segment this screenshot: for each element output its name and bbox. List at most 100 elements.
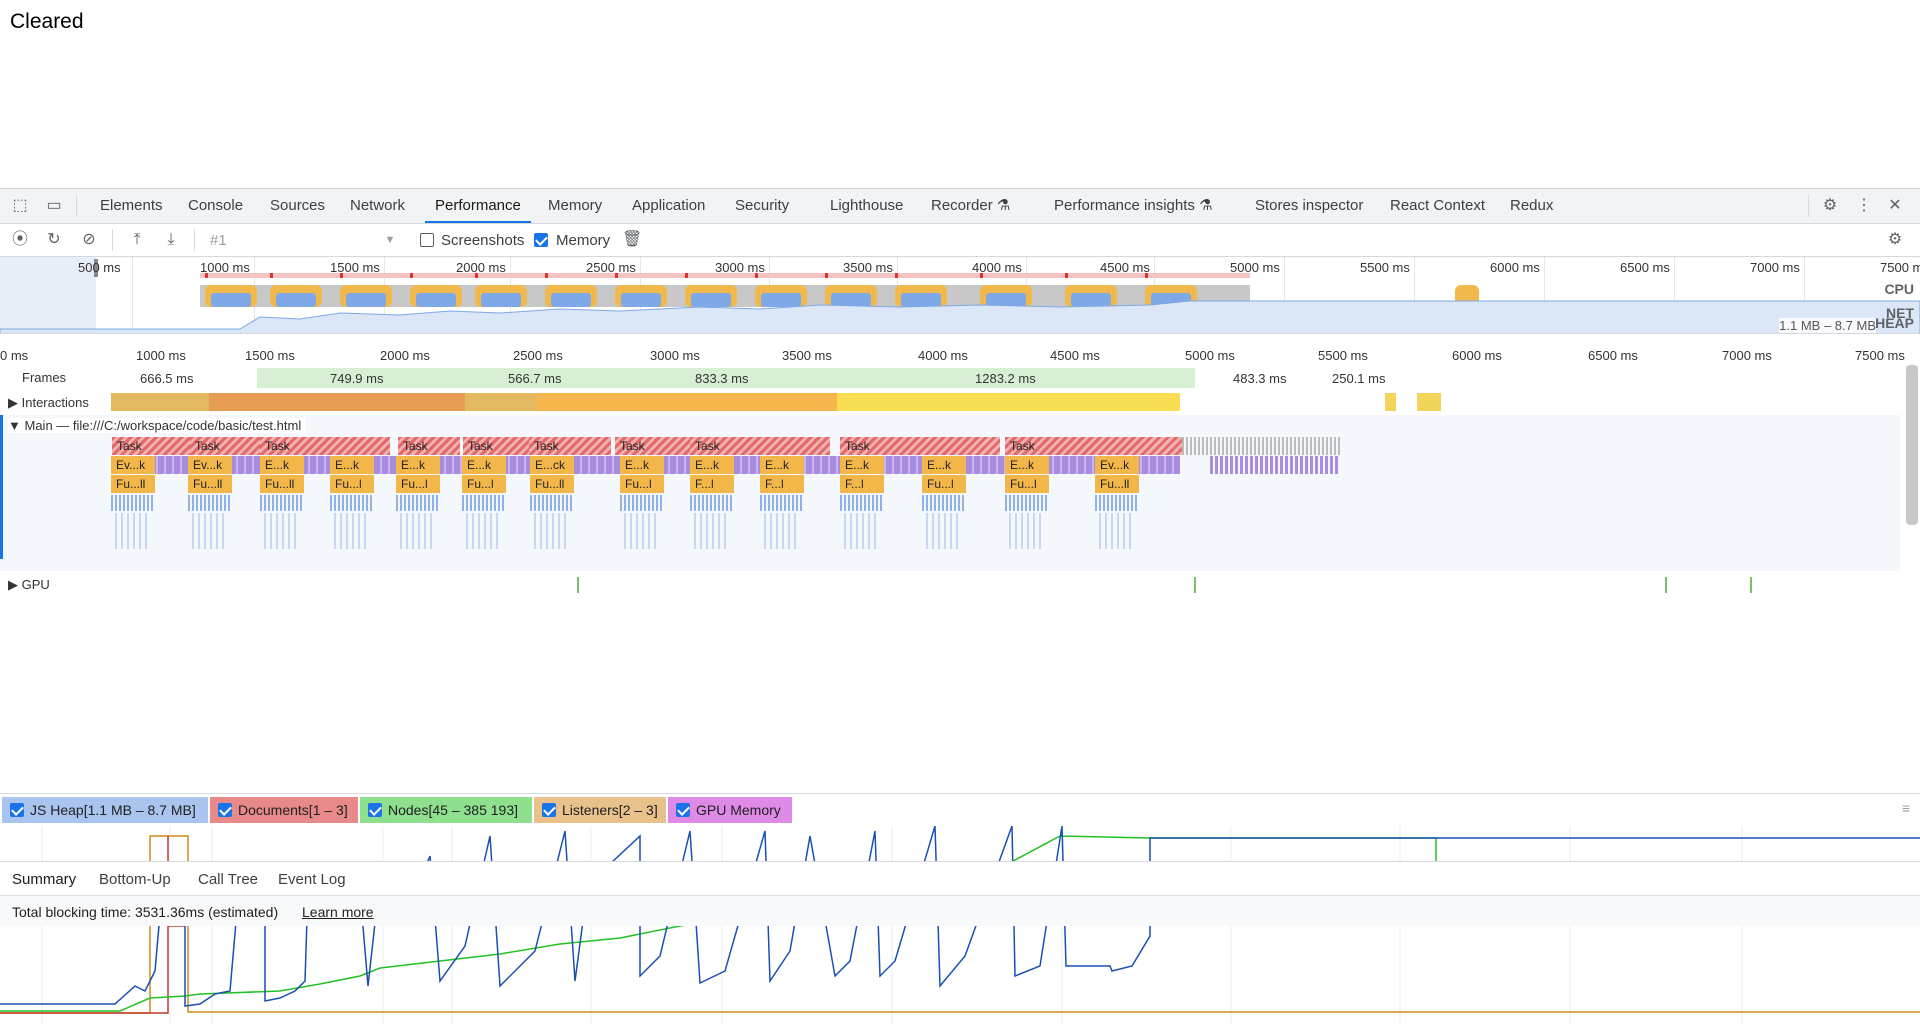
clear-icon[interactable]: ⊘: [79, 230, 99, 250]
function-call-block[interactable]: F...l: [760, 475, 804, 493]
task-block[interactable]: Task: [463, 437, 529, 455]
interaction-bar[interactable]: [465, 393, 537, 411]
counter-documents[interactable]: Documents[1 – 3]: [210, 797, 358, 823]
task-block[interactable]: Task: [398, 437, 460, 455]
tab-application[interactable]: Application: [632, 189, 705, 223]
counter-listeners[interactable]: Listeners[2 – 3]: [534, 797, 666, 823]
function-call-block[interactable]: Fu...l: [396, 475, 440, 493]
event-block[interactable]: E...k: [1005, 456, 1049, 474]
task-block[interactable]: Task: [260, 437, 390, 455]
tab-bottom-up[interactable]: Bottom-Up: [99, 871, 171, 888]
function-call-block[interactable]: F...l: [690, 475, 734, 493]
frames-track[interactable]: Frames 666.5 ms 749.9 ms 566.7 ms 833.3 …: [0, 367, 1900, 389]
tab-memory[interactable]: Memory: [548, 189, 602, 223]
device-toolbar-icon[interactable]: ▭: [44, 196, 64, 216]
tab-react-context[interactable]: React Context: [1390, 189, 1485, 223]
main-thread-track[interactable]: ▼ Main — file:///C:/workspace/code/basic…: [0, 415, 1900, 571]
counter-nodes[interactable]: Nodes[45 – 385 193]: [360, 797, 532, 823]
event-block[interactable]: E...k: [260, 456, 304, 474]
tab-sources[interactable]: Sources: [270, 189, 325, 223]
event-block[interactable]: E...k: [620, 456, 664, 474]
interaction-bar[interactable]: [209, 393, 465, 411]
reload-record-icon[interactable]: ↻: [44, 230, 64, 250]
documents-checkbox[interactable]: [218, 803, 232, 817]
js-heap-checkbox[interactable]: [10, 803, 24, 817]
event-block[interactable]: E...k: [462, 456, 506, 474]
function-call-block[interactable]: F...l: [840, 475, 884, 493]
gpu-track[interactable]: ▶ GPU: [0, 573, 1900, 595]
function-call-block[interactable]: Fu...l: [462, 475, 506, 493]
task-block[interactable]: Task: [190, 437, 260, 455]
event-block[interactable]: E...ck: [530, 456, 574, 474]
event-block[interactable]: E...k: [760, 456, 804, 474]
tab-performance-insights[interactable]: Performance insights ⚗: [1054, 189, 1213, 223]
record-icon[interactable]: ⦿: [10, 230, 30, 250]
event-block[interactable]: E...k: [330, 456, 374, 474]
interactions-track[interactable]: ▶ Interactions: [0, 391, 1900, 413]
interaction-bar[interactable]: [111, 393, 209, 411]
tab-network[interactable]: Network: [350, 189, 405, 223]
function-call-block[interactable]: Fu...ll: [188, 475, 232, 493]
event-block[interactable]: Ev...k: [188, 456, 232, 474]
listeners-checkbox[interactable]: [542, 803, 556, 817]
tab-event-log[interactable]: Event Log: [278, 871, 346, 888]
event-block[interactable]: E...k: [396, 456, 440, 474]
counter-gpu-memory[interactable]: GPU Memory: [668, 797, 792, 823]
event-block[interactable]: E...k: [922, 456, 966, 474]
recording-dropdown-icon[interactable]: ▼: [380, 230, 400, 250]
function-call-block[interactable]: Fu...ll: [1095, 475, 1139, 493]
tab-summary[interactable]: Summary: [12, 871, 76, 888]
event-block[interactable]: E...k: [840, 456, 884, 474]
task-block[interactable]: Task: [112, 437, 192, 455]
function-call-block[interactable]: Fu...l: [1005, 475, 1049, 493]
gpu-label[interactable]: ▶ GPU: [8, 577, 50, 593]
timeline-scrollbar[interactable]: [1906, 365, 1918, 525]
tab-console[interactable]: Console: [188, 189, 243, 223]
event-block[interactable]: Ev...k: [1095, 456, 1139, 474]
function-call-block[interactable]: Fu...ll: [260, 475, 304, 493]
capture-settings-gear-icon[interactable]: ⚙: [1885, 230, 1905, 250]
function-call-block[interactable]: Fu...ll: [530, 475, 574, 493]
memory-checkbox[interactable]: [534, 233, 548, 247]
screenshots-checkbox[interactable]: [420, 233, 434, 247]
drag-handle-icon[interactable]: ≡: [1902, 800, 1910, 816]
task-block[interactable]: Task: [529, 437, 611, 455]
interaction-bar[interactable]: [537, 393, 837, 411]
function-call-block[interactable]: Fu...l: [620, 475, 664, 493]
recording-select[interactable]: #1: [210, 232, 227, 249]
tab-redux[interactable]: Redux: [1510, 189, 1553, 223]
tab-stores-inspector[interactable]: Stores inspector: [1255, 189, 1363, 223]
counter-js-heap[interactable]: JS Heap[1.1 MB – 8.7 MB]: [2, 797, 208, 823]
event-block[interactable]: E...k: [690, 456, 734, 474]
settings-gear-icon[interactable]: ⚙: [1820, 196, 1840, 216]
close-icon[interactable]: ✕: [1885, 196, 1905, 216]
inspect-element-icon[interactable]: ⬚: [10, 196, 30, 216]
interaction-bar[interactable]: [1385, 393, 1396, 411]
function-call-block[interactable]: Fu...ll: [111, 475, 155, 493]
trash-icon[interactable]: 🗑: [622, 230, 642, 250]
nodes-checkbox[interactable]: [368, 803, 382, 817]
tab-elements[interactable]: Elements: [100, 189, 163, 223]
function-call-block[interactable]: Fu...l: [922, 475, 966, 493]
task-block[interactable]: Task: [690, 437, 830, 455]
tab-recorder[interactable]: Recorder ⚗: [931, 189, 1010, 223]
task-block[interactable]: Task: [1005, 437, 1183, 455]
tab-lighthouse[interactable]: Lighthouse: [830, 189, 903, 223]
memory-counters-legend: JS Heap[1.1 MB – 8.7 MB] Documents[1 – 3…: [0, 793, 1920, 826]
function-call-block[interactable]: Fu...l: [330, 475, 374, 493]
tab-performance[interactable]: Performance: [425, 189, 531, 223]
task-block[interactable]: Task: [615, 437, 695, 455]
tab-call-tree[interactable]: Call Tree: [198, 871, 258, 888]
interactions-label[interactable]: ▶ Interactions: [8, 395, 89, 411]
gpu-memory-checkbox[interactable]: [676, 803, 690, 817]
download-profile-icon[interactable]: ⤓: [161, 230, 181, 250]
tab-security[interactable]: Security: [735, 189, 789, 223]
upload-profile-icon[interactable]: ⤒: [127, 230, 147, 250]
more-options-icon[interactable]: ⋮: [1854, 196, 1874, 216]
task-block[interactable]: Task: [840, 437, 1000, 455]
interaction-bar[interactable]: [1417, 393, 1441, 411]
interaction-bar[interactable]: [837, 393, 1180, 411]
learn-more-link[interactable]: Learn more: [302, 904, 374, 920]
timeline-overview[interactable]: 500 ms 1000 ms 1500 ms 2000 ms 2500 ms 3000 m…: [0, 257, 1920, 334]
event-block[interactable]: Ev...k: [111, 456, 155, 474]
